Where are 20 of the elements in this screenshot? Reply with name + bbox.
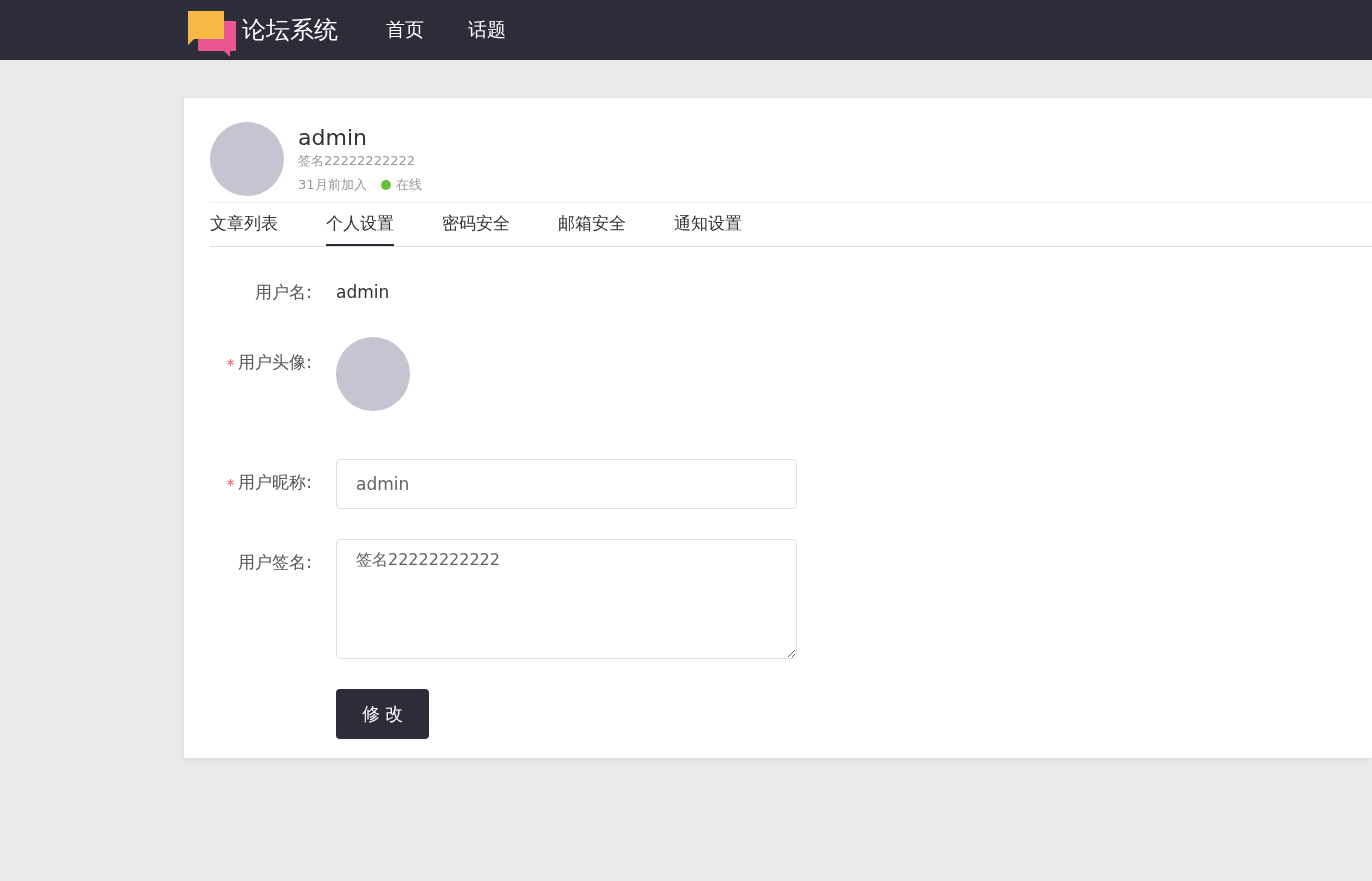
tab[interactable]: 文章列表: [210, 203, 278, 246]
field-label: 用户昵称:: [238, 471, 312, 494]
signature-field[interactable]: 签名22222222222: [336, 539, 797, 659]
field-label: 用户头像:: [238, 351, 312, 374]
tab[interactable]: 密码安全: [442, 203, 510, 246]
submit-button[interactable]: 修 改: [336, 689, 429, 739]
join-time: 31月前加入: [298, 175, 367, 194]
online-status: 在线: [395, 175, 422, 194]
field-label: 用户签名:: [238, 551, 312, 574]
nickname-field[interactable]: admin: [336, 459, 797, 509]
tab[interactable]: 通知设置: [674, 203, 742, 246]
site-title[interactable]: 论坛系统: [242, 14, 338, 46]
nav-link[interactable]: 话题: [468, 17, 506, 43]
tab[interactable]: 个人设置: [326, 203, 394, 246]
username-value: admin: [336, 281, 390, 304]
tab[interactable]: 邮箱安全: [558, 203, 626, 246]
user-signature: 签名22222222222: [298, 151, 416, 170]
nav-link[interactable]: 首页: [386, 17, 424, 43]
field-label: 用户名:: [255, 281, 312, 304]
user-name: admin: [298, 124, 368, 150]
